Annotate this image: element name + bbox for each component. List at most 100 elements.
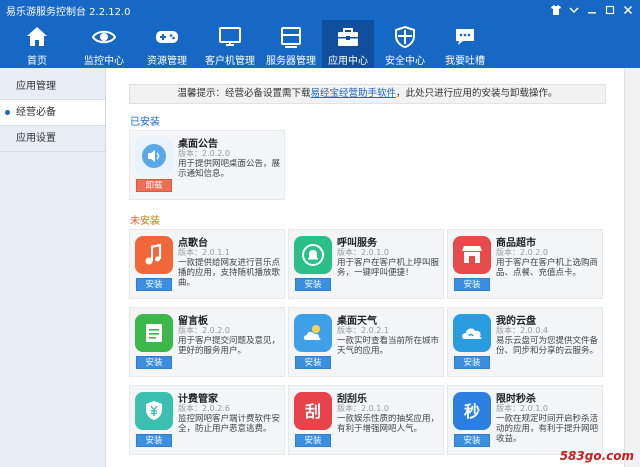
nav-item-resources[interactable]: 资源管理	[134, 20, 200, 68]
app-version: 版本：2.0.2.0	[178, 326, 230, 335]
nav-label: 资源管理	[147, 56, 187, 67]
app-desc: 用于提供网吧桌面公告，展示通知信息。	[178, 159, 281, 179]
app-version: 版本：2.0.0.4	[496, 326, 548, 335]
sidebar-item-label: 应用设置	[16, 133, 56, 144]
app-card-cloud-drive: 我的云盘 版本：2.0.0.4 易乐云盘可为您提供文件备份、同步和分享的云服务。…	[447, 307, 603, 377]
nav-label: 应用中心	[328, 56, 368, 67]
speaker-icon	[135, 137, 173, 175]
app-card-billing-manager: 计费管家 版本：2.0.2.6 监控网吧客户端计费软件安全，防止用户恶意逃费。 …	[129, 385, 285, 455]
app-version: 版本：2.0.1.0	[337, 404, 389, 413]
app-version: 版本：2.0.1.0	[337, 248, 389, 257]
yen-shield-icon	[135, 392, 173, 430]
nav-item-monitor[interactable]: 监控中心	[74, 20, 134, 68]
weather-icon	[294, 314, 332, 352]
app-version: 版本：2.0.1.1	[178, 248, 230, 257]
install-button[interactable]: 安装	[454, 356, 490, 369]
nav-label: 安全中心	[385, 56, 425, 67]
download-link[interactable]: 易经宝经营助手软件	[310, 88, 396, 99]
watermark: 583go.com	[559, 449, 634, 463]
home-icon	[27, 27, 47, 46]
sidebar-item-app-management[interactable]: 应用管理	[0, 74, 105, 100]
window-title: 易乐游服务控制台 2.2.12.0	[6, 6, 131, 18]
scratch-icon: 刮	[294, 392, 332, 430]
nav-label: 服务器管理	[266, 56, 316, 67]
main-content: 温馨提示：经营必备设置需下载易经宝经营助手软件，此处只进行应用的安装与卸载操作。…	[120, 68, 620, 467]
chat-icon	[456, 29, 474, 45]
sidebar: 应用管理 经营必备 应用设置	[0, 68, 106, 467]
app-version: 版本：2.0.1.0	[496, 404, 548, 413]
nav-item-feedback[interactable]: 我要吐槽	[436, 20, 494, 68]
scrollbar[interactable]	[624, 68, 640, 467]
app-version: 版本：2.0.2.0	[178, 149, 230, 158]
nav-label: 首页	[27, 56, 47, 67]
notepad-icon	[135, 314, 173, 352]
app-card-scratch-card: 刮 刮刮乐 版本：2.0.1.0 一款娱乐性质的抽奖应用，有利于增强网吧人气。 …	[288, 385, 444, 455]
app-version: 版本：2.0.2.0	[496, 248, 548, 257]
gamepad-icon	[156, 31, 178, 43]
app-card-message-board: 留言板 版本：2.0.2.0 用于客户提交问题及意见，更好的服务用户。 安装	[129, 307, 285, 377]
nav-label: 客户机管理	[205, 56, 255, 67]
app-card-song-request: 点歌台 版本：2.0.1.1 一款提供给网友进行音乐点播的应用，支持随机播放歌曲…	[129, 229, 285, 299]
install-button[interactable]: 安装	[295, 356, 331, 369]
install-button[interactable]: 安装	[454, 278, 490, 291]
nav-item-servers[interactable]: 服务器管理	[260, 20, 322, 68]
sidebar-item-business-essentials[interactable]: 经营必备	[0, 100, 105, 126]
svg-text:秒: 秒	[464, 402, 480, 421]
bell-icon	[294, 236, 332, 274]
not-installed-section-title: 未安装	[130, 216, 160, 227]
minimize-icon[interactable]	[584, 2, 600, 18]
uninstall-button[interactable]: 卸载	[136, 179, 172, 192]
nav-item-clients[interactable]: 客户机管理	[200, 20, 260, 68]
install-button[interactable]: 安装	[295, 434, 331, 447]
monitor-icon	[219, 27, 241, 46]
notice-suffix: ，此处只进行应用的安装与卸载操作。	[396, 88, 558, 99]
install-button[interactable]: 安装	[136, 434, 172, 447]
app-desc: 用于客户提交问题及意见，更好的服务用户。	[178, 336, 281, 356]
maximize-icon[interactable]	[602, 2, 618, 18]
top-nav: 首页 监控中心 资源管理 客户机管理 服务器管理 应用中心 安全中心 我要吐槽	[0, 20, 640, 68]
installed-section-title: 已安装	[130, 117, 160, 128]
app-card-flash-sale: 秒 限时秒杀 版本：2.0.1.0 一款在规定时间开启秒杀活动的应用，有利于提升…	[447, 385, 603, 455]
app-desc: 易乐云盘可为您提供文件备份、同步和分享的云服务。	[496, 336, 599, 356]
app-desc: 监控网吧客户端计费软件安全，防止用户恶意逃费。	[178, 414, 281, 434]
nav-item-home[interactable]: 首页	[0, 20, 74, 68]
skin-icon[interactable]	[548, 2, 564, 18]
app-desc: 用于客户在客户机上呼叫服务，一键呼叫便捷！	[337, 258, 440, 278]
app-desc: 用于客户在客户机上选购商品、点餐、充值点卡。	[496, 258, 599, 278]
shield-icon	[395, 25, 415, 49]
close-icon[interactable]	[620, 2, 636, 18]
install-button[interactable]: 安装	[295, 278, 331, 291]
nav-label: 我要吐槽	[445, 56, 485, 67]
server-icon	[281, 27, 301, 48]
music-note-icon	[135, 236, 173, 274]
app-desc: 一款实时查看当前所在城市天气的应用。	[337, 336, 440, 356]
nav-item-security[interactable]: 安全中心	[374, 20, 436, 68]
flash-sale-icon: 秒	[453, 392, 491, 430]
nav-label: 监控中心	[84, 56, 124, 67]
install-button[interactable]: 安装	[136, 278, 172, 291]
app-desc: 一款提供给网友进行音乐点播的应用，支持随机播放歌曲。	[178, 258, 281, 288]
sidebar-item-label: 经营必备	[16, 107, 56, 118]
store-icon	[453, 236, 491, 274]
title-bar: 易乐游服务控制台 2.2.12.0	[0, 0, 640, 20]
sidebar-item-label: 应用管理	[16, 81, 56, 92]
cloud-icon	[453, 314, 491, 352]
menu-icon[interactable]	[566, 2, 582, 18]
sidebar-item-app-settings[interactable]: 应用设置	[0, 126, 105, 152]
app-desc: 一款在规定时间开启秒杀活动的应用，有利于提升网吧收益。	[496, 414, 599, 444]
install-button[interactable]: 安装	[136, 356, 172, 369]
toolbox-icon	[338, 28, 358, 46]
app-desc: 一款娱乐性质的抽奖应用，有利于增强网吧人气。	[337, 414, 440, 434]
app-version: 版本：2.0.2.6	[178, 404, 230, 413]
notice-prefix: 温馨提示：经营必备设置需下载	[177, 88, 311, 99]
notice-bar: 温馨提示：经营必备设置需下载易经宝经营助手软件，此处只进行应用的安装与卸载操作。	[129, 84, 606, 104]
install-button[interactable]: 安装	[454, 434, 490, 447]
app-version: 版本：2.0.2.1	[337, 326, 389, 335]
svg-text:刮: 刮	[305, 402, 321, 421]
nav-item-apps[interactable]: 应用中心	[322, 20, 374, 68]
app-card-shop: 商品超市 版本：2.0.2.0 用于客户在客户机上选购商品、点餐、充值点卡。 安…	[447, 229, 603, 299]
app-card-call-service: 呼叫服务 版本：2.0.1.0 用于客户在客户机上呼叫服务，一键呼叫便捷！ 安装	[288, 229, 444, 299]
app-card-weather: 桌面天气 版本：2.0.2.1 一款实时查看当前所在城市天气的应用。 安装	[288, 307, 444, 377]
app-card-desktop-notice: 桌面公告 版本：2.0.2.0 用于提供网吧桌面公告，展示通知信息。 卸载	[129, 130, 285, 200]
eye-icon	[92, 30, 116, 44]
